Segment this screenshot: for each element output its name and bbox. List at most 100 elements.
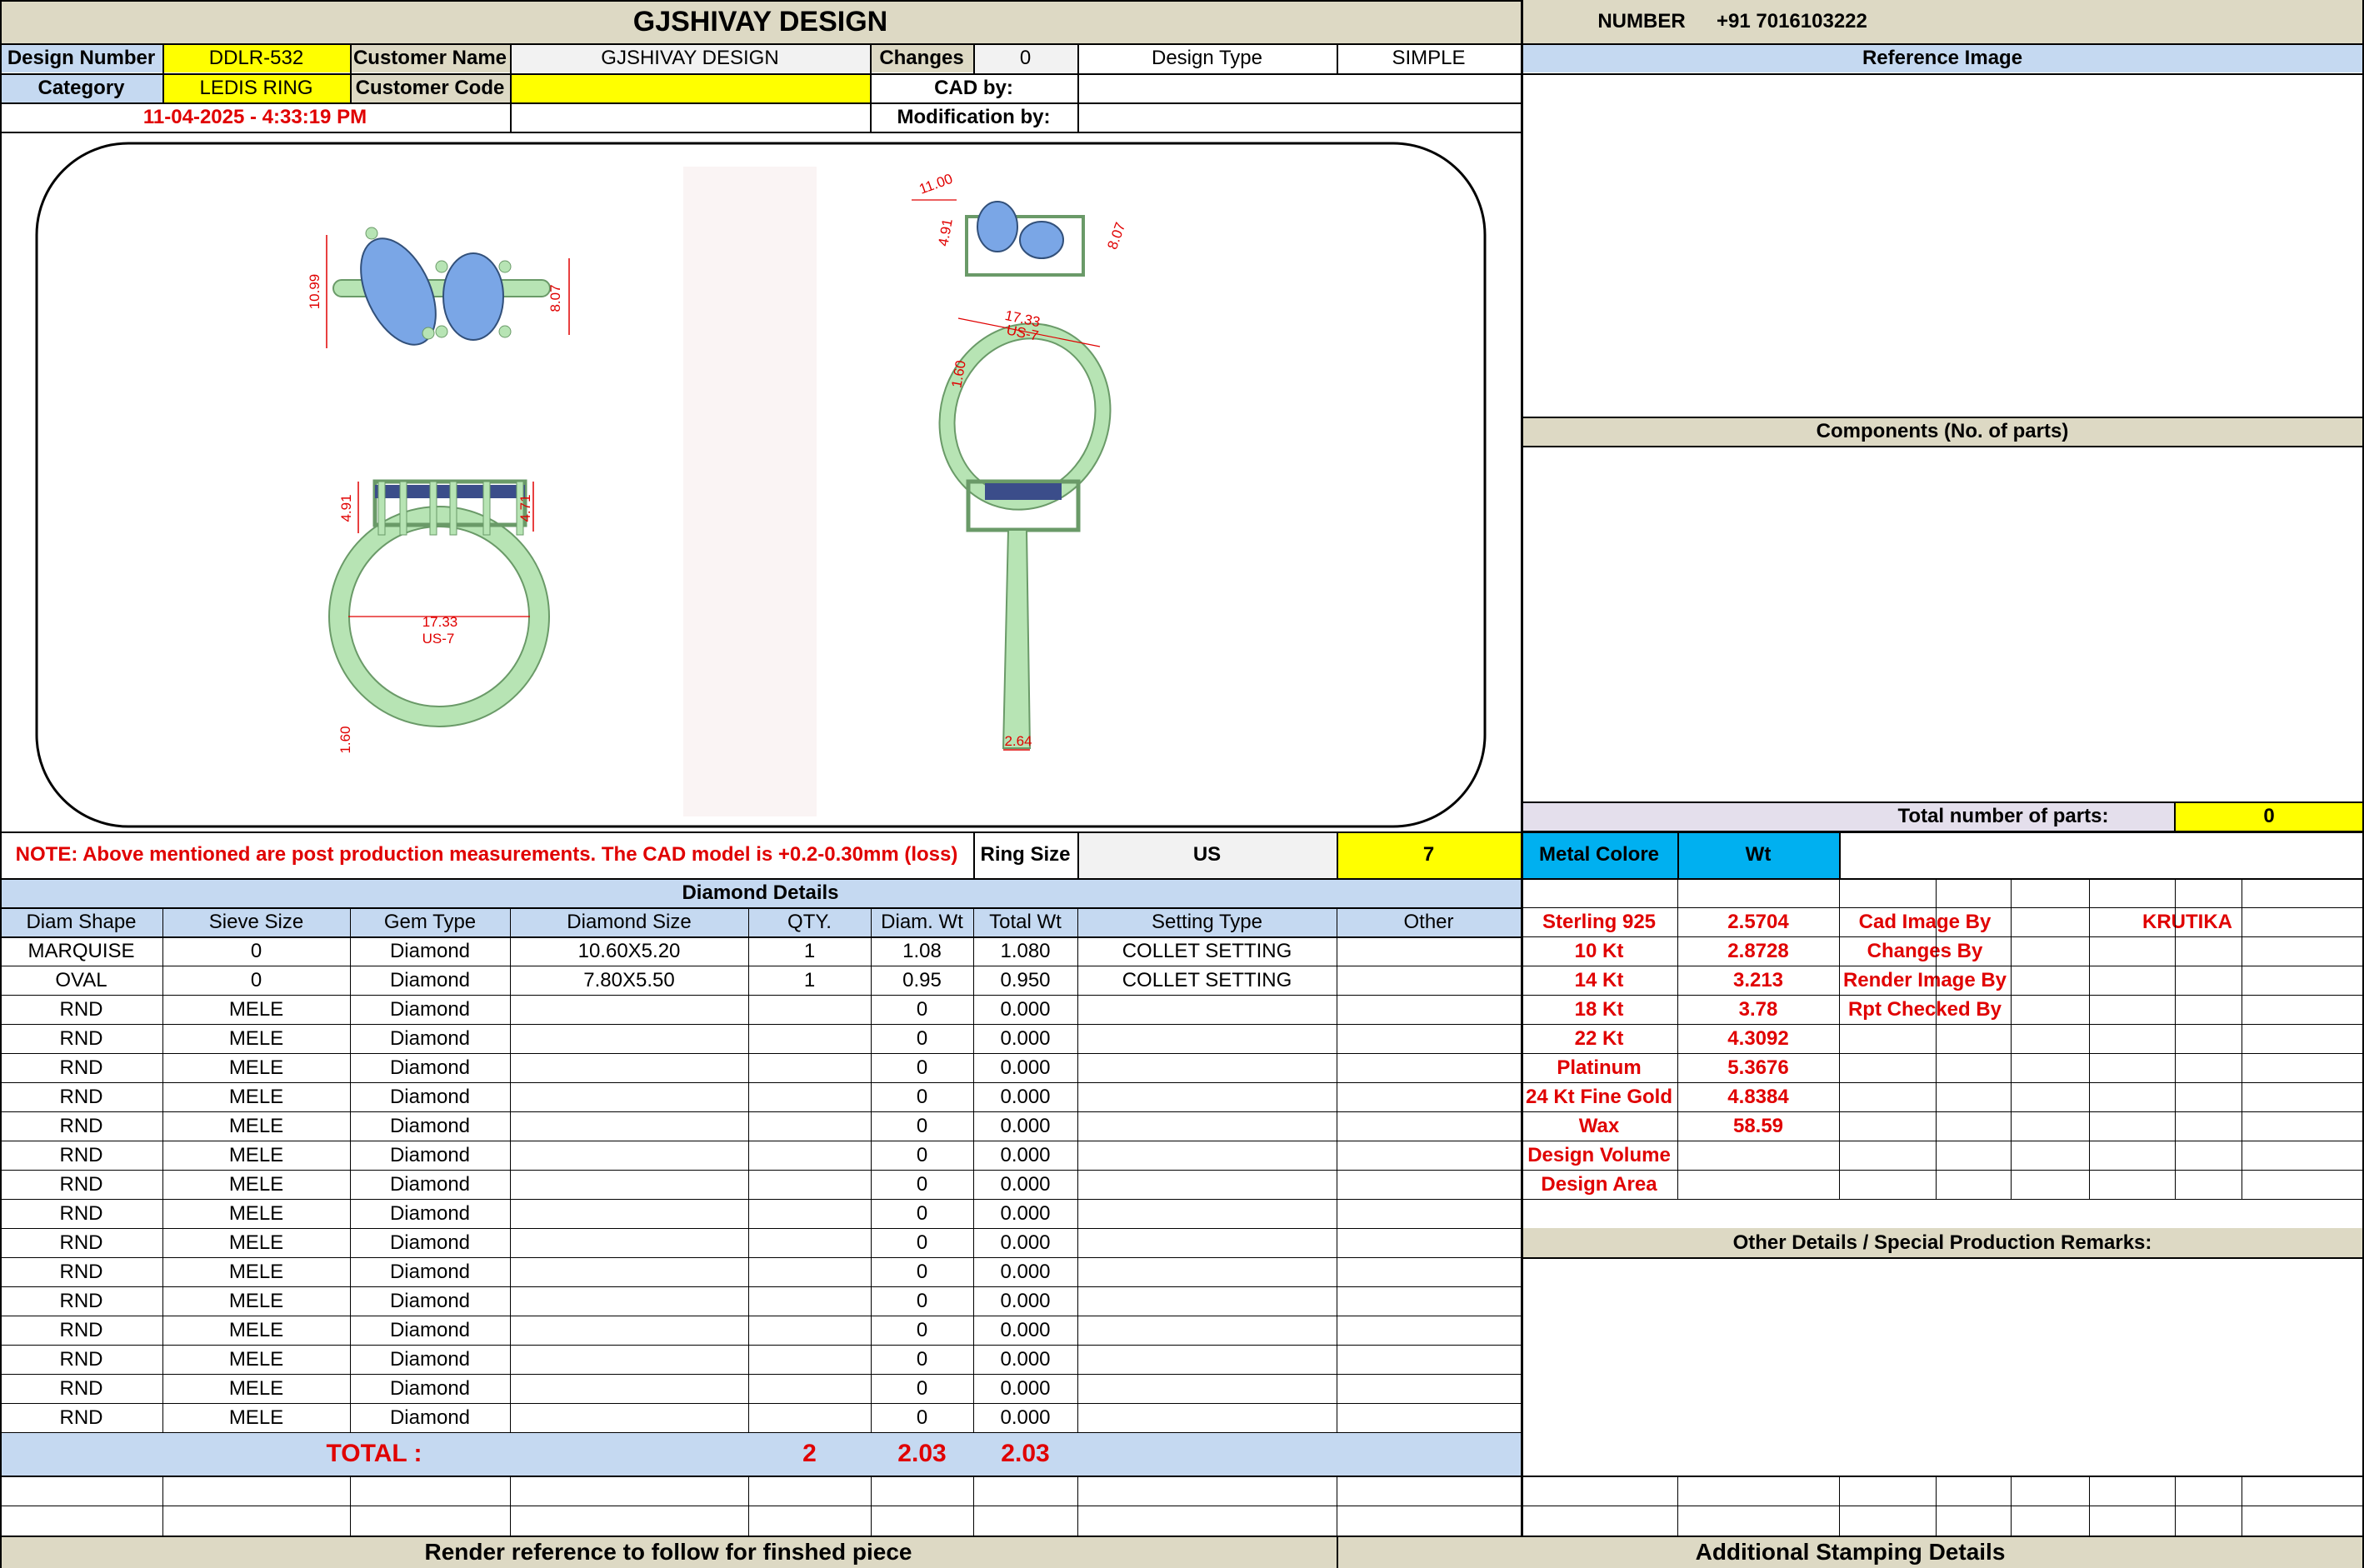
diamond-cell[interactable] (510, 1286, 748, 1316)
diamond-cell[interactable]: RND (0, 1170, 162, 1199)
metal-weight[interactable]: 5.3676 (1677, 1053, 1839, 1082)
diamond-cell[interactable] (748, 1111, 871, 1141)
diamond-cell[interactable]: MELE (162, 1053, 350, 1082)
diamond-cell[interactable] (748, 1403, 871, 1432)
design-type-value[interactable]: SIMPLE (1337, 43, 1521, 72)
diamond-cell[interactable] (1077, 1374, 1337, 1403)
diamond-cell[interactable]: 0 (871, 1374, 973, 1403)
diamond-cell[interactable]: 0.000 (973, 1199, 1077, 1228)
diamond-cell[interactable]: 0.950 (973, 966, 1077, 995)
diamond-cell[interactable]: 7.80X5.50 (510, 966, 748, 995)
diamond-cell[interactable]: MELE (162, 1111, 350, 1141)
diamond-cell[interactable] (510, 1141, 748, 1170)
diamond-cell[interactable] (1077, 1316, 1337, 1345)
diamond-cell[interactable] (1337, 1228, 1521, 1257)
diamond-cell[interactable]: 0 (871, 1170, 973, 1199)
diamond-cell[interactable]: RND (0, 1286, 162, 1316)
diamond-cell[interactable] (510, 1374, 748, 1403)
diamond-cell[interactable] (1077, 1286, 1337, 1316)
diamond-cell[interactable]: MARQUISE (0, 936, 162, 966)
diamond-cell[interactable] (748, 1228, 871, 1257)
diamond-cell[interactable]: 0.000 (973, 1228, 1077, 1257)
diamond-cell[interactable] (1337, 1316, 1521, 1345)
diamond-cell[interactable]: 0 (871, 1082, 973, 1111)
diamond-cell[interactable]: MELE (162, 1345, 350, 1374)
diamond-cell[interactable]: 0 (871, 1257, 973, 1286)
diamond-cell[interactable]: 0.000 (973, 1111, 1077, 1141)
credit-value[interactable] (2011, 936, 2364, 966)
diamond-cell[interactable]: 0 (871, 1316, 973, 1345)
diamond-cell[interactable]: Diamond (350, 995, 510, 1024)
diamond-cell[interactable] (510, 1316, 748, 1345)
design-number-value[interactable]: DDLR-532 (162, 43, 350, 72)
diamond-cell[interactable] (1077, 1228, 1337, 1257)
diamond-cell[interactable]: RND (0, 1111, 162, 1141)
metal-weight[interactable]: 2.5704 (1677, 907, 1839, 936)
diamond-cell[interactable]: Diamond (350, 1257, 510, 1286)
diamond-cell[interactable]: 0.000 (973, 1286, 1077, 1316)
credit-value[interactable] (2011, 966, 2364, 995)
diamond-cell[interactable] (1077, 995, 1337, 1024)
diamond-cell[interactable]: 0.000 (973, 1345, 1077, 1374)
diamond-cell[interactable]: Diamond (350, 966, 510, 995)
diamond-cell[interactable] (1337, 1374, 1521, 1403)
diamond-cell[interactable]: Diamond (350, 1053, 510, 1082)
diamond-cell[interactable] (510, 1111, 748, 1141)
diamond-cell[interactable] (510, 1024, 748, 1053)
diamond-cell[interactable] (1337, 1024, 1521, 1053)
diamond-cell[interactable] (1337, 936, 1521, 966)
diamond-cell[interactable] (1337, 1286, 1521, 1316)
diamond-cell[interactable]: Diamond (350, 1111, 510, 1141)
diamond-cell[interactable] (748, 1141, 871, 1170)
diamond-cell[interactable]: Diamond (350, 1141, 510, 1170)
diamond-cell[interactable]: 0.000 (973, 1170, 1077, 1199)
diamond-cell[interactable] (1077, 1111, 1337, 1141)
ring-size-value[interactable]: 7 (1337, 831, 1521, 878)
metal-weight[interactable]: 3.213 (1677, 966, 1839, 995)
diamond-cell[interactable]: MELE (162, 1374, 350, 1403)
customer-code-value[interactable] (510, 73, 870, 102)
credit-value[interactable] (2011, 995, 2364, 1024)
diamond-cell[interactable] (1337, 1053, 1521, 1082)
diamond-cell[interactable] (748, 1286, 871, 1316)
diamond-cell[interactable] (1337, 1257, 1521, 1286)
diamond-cell[interactable] (748, 1170, 871, 1199)
diamond-cell[interactable]: Diamond (350, 1199, 510, 1228)
modification-by-value[interactable] (1077, 102, 1521, 132)
diamond-cell[interactable]: 0.95 (871, 966, 973, 995)
diamond-cell[interactable]: 10.60X5.20 (510, 936, 748, 966)
diamond-cell[interactable]: Diamond (350, 1286, 510, 1316)
total-parts-value[interactable]: 0 (2174, 801, 2364, 831)
diamond-cell[interactable] (748, 1374, 871, 1403)
diamond-cell[interactable] (1077, 1141, 1337, 1170)
diamond-cell[interactable]: RND (0, 1141, 162, 1170)
diamond-cell[interactable]: 1 (748, 966, 871, 995)
diamond-cell[interactable] (1337, 966, 1521, 995)
diamond-cell[interactable]: MELE (162, 995, 350, 1024)
diamond-cell[interactable] (1337, 1199, 1521, 1228)
diamond-cell[interactable] (510, 1053, 748, 1082)
diamond-cell[interactable] (510, 1228, 748, 1257)
diamond-cell[interactable]: RND (0, 1257, 162, 1286)
diamond-cell[interactable]: RND (0, 995, 162, 1024)
changes-value[interactable]: 0 (973, 43, 1077, 72)
diamond-cell[interactable] (510, 995, 748, 1024)
diamond-cell[interactable]: 0 (871, 1345, 973, 1374)
diamond-cell[interactable]: RND (0, 1374, 162, 1403)
diamond-cell[interactable] (1077, 1170, 1337, 1199)
diamond-cell[interactable]: RND (0, 1053, 162, 1082)
diamond-cell[interactable]: MELE (162, 1024, 350, 1053)
diamond-cell[interactable]: COLLET SETTING (1077, 936, 1337, 966)
metal-weight[interactable]: 4.8384 (1677, 1082, 1839, 1111)
diamond-cell[interactable] (1077, 1082, 1337, 1111)
diamond-cell[interactable] (748, 1024, 871, 1053)
diamond-cell[interactable]: 1 (748, 936, 871, 966)
diamond-cell[interactable]: 0.000 (973, 1257, 1077, 1286)
diamond-cell[interactable]: Diamond (350, 1082, 510, 1111)
diamond-cell[interactable] (748, 1345, 871, 1374)
metal-weight[interactable]: 2.8728 (1677, 936, 1839, 966)
diamond-cell[interactable]: MELE (162, 1286, 350, 1316)
diamond-cell[interactable]: RND (0, 1199, 162, 1228)
diamond-cell[interactable]: 0.000 (973, 1403, 1077, 1432)
diamond-cell[interactable]: 0.000 (973, 995, 1077, 1024)
